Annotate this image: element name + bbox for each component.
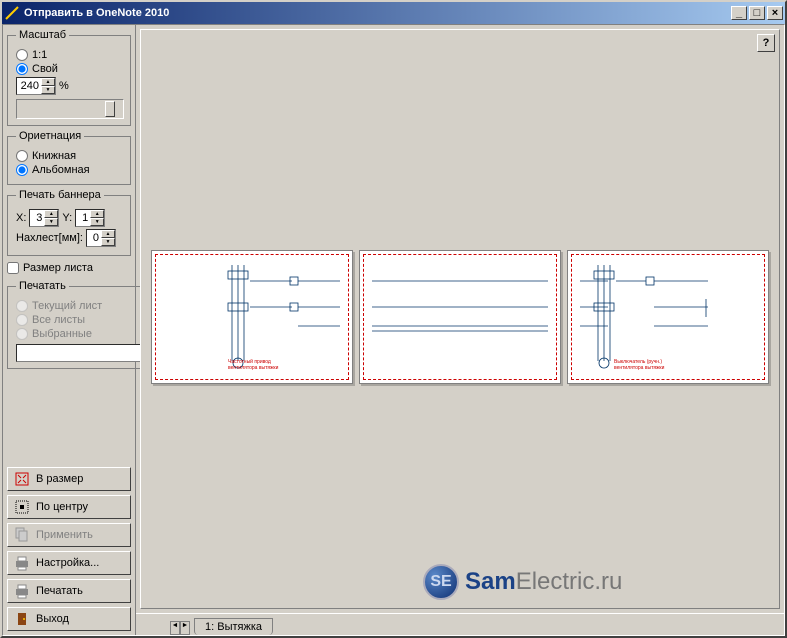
print-all-radio <box>16 314 28 326</box>
orient-landscape-row[interactable]: Альбомная <box>16 164 124 176</box>
scale-1-1-radio[interactable] <box>16 49 28 61</box>
right-area: ? Частотны <box>135 25 784 635</box>
close-button[interactable]: × <box>767 6 783 20</box>
slider-thumb[interactable] <box>105 101 115 117</box>
page-previews: Частотный приводвентилятора вытяжки <box>151 250 769 384</box>
watermark: SE SamElectric.ru <box>423 564 622 600</box>
banner-group: Печать баннера X: ▲▼ Y: ▲▼ Нахлест[мм]: <box>7 189 131 256</box>
titlebar[interactable]: Отправить в OneNote 2010 _ □ × <box>2 2 785 24</box>
minimize-button[interactable]: _ <box>731 6 747 20</box>
scale-percent: % <box>59 80 69 92</box>
down-icon[interactable]: ▼ <box>90 218 104 226</box>
orient-portrait-row[interactable]: Книжная <box>16 150 124 162</box>
banner-overlap-label: Нахлест[мм]: <box>16 232 83 244</box>
banner-x-label: X: <box>16 212 26 224</box>
scale-custom-radio[interactable] <box>16 63 28 75</box>
banner-overlap-spinner[interactable]: ▲▼ <box>86 229 116 247</box>
watermark-badge: SE <box>423 564 459 600</box>
page-preview-3[interactable]: Выключатель (ручн.)вентилятора вытяжки <box>567 250 769 384</box>
app-window: Отправить в OneNote 2010 _ □ × Масштаб 1… <box>0 0 787 638</box>
client-area: Масштаб 1:1 Свой ▲ ▼ <box>2 24 785 636</box>
scale-down-icon[interactable]: ▼ <box>41 86 55 94</box>
down-icon[interactable]: ▼ <box>101 238 115 246</box>
maximize-button[interactable]: □ <box>749 6 765 20</box>
scale-custom-label: Свой <box>32 63 58 75</box>
sheet-tab[interactable]: 1: Вытяжка <box>194 618 273 635</box>
orient-landscape-radio[interactable] <box>16 164 28 176</box>
schematic-3 <box>578 261 758 371</box>
up-icon[interactable]: ▲ <box>101 230 115 238</box>
banner-y-label: Y: <box>62 212 72 224</box>
scale-legend: Масштаб <box>16 29 69 41</box>
schematic-1 <box>162 261 342 371</box>
banner-legend: Печать баннера <box>16 189 104 201</box>
page-preview-1[interactable]: Частотный приводвентилятора вытяжки <box>151 250 353 384</box>
help-button[interactable]: ? <box>757 34 775 52</box>
scale-input[interactable] <box>17 78 41 94</box>
banner-x-input[interactable] <box>30 210 44 226</box>
fit-label: В размер <box>36 473 83 485</box>
apply-label: Применить <box>36 529 93 541</box>
center-icon <box>14 499 30 515</box>
tab-next-icon[interactable]: ► <box>180 621 190 635</box>
center-button[interactable]: По центру <box>7 495 131 519</box>
watermark-text-2: Electric.ru <box>516 568 623 595</box>
exit-label: Выход <box>36 613 69 625</box>
exit-button[interactable]: Выход <box>7 607 131 631</box>
banner-y-spinner[interactable]: ▲▼ <box>75 209 105 227</box>
down-icon[interactable]: ▼ <box>44 218 58 226</box>
print-selected-label: Выбранные <box>32 328 92 340</box>
up-icon[interactable]: ▲ <box>44 210 58 218</box>
print-current-radio <box>16 300 28 312</box>
setup-button[interactable]: Настройка... <box>7 551 131 575</box>
orient-portrait-radio[interactable] <box>16 150 28 162</box>
schematic-2 <box>370 261 550 371</box>
setup-label: Настройка... <box>36 557 99 569</box>
watermark-text-1: Sam <box>465 568 516 595</box>
banner-y-input[interactable] <box>76 210 90 226</box>
fit-icon <box>14 471 30 487</box>
printer-icon <box>14 583 30 599</box>
sidebar: Масштаб 1:1 Свой ▲ ▼ <box>3 25 135 635</box>
preview-area[interactable]: ? Частотны <box>140 29 780 609</box>
window-title: Отправить в OneNote 2010 <box>24 7 729 19</box>
center-label: По центру <box>36 501 88 513</box>
fit-button[interactable]: В размер <box>7 467 131 491</box>
print-all-label: Все листы <box>32 314 85 326</box>
print-legend: Печатать <box>16 280 69 292</box>
exit-icon <box>14 611 30 627</box>
printer-setup-icon <box>14 555 30 571</box>
orientation-legend: Ориетнация <box>16 130 84 142</box>
banner-overlap-input[interactable] <box>87 230 101 246</box>
print-selected-radio <box>16 328 28 340</box>
page-1-caption: Частотный приводвентилятора вытяжки <box>228 359 278 371</box>
orient-landscape-label: Альбомная <box>32 164 90 176</box>
scale-spinner[interactable]: ▲ ▼ <box>16 77 56 95</box>
scale-1-1-row[interactable]: 1:1 <box>16 49 124 61</box>
apply-icon <box>14 527 30 543</box>
print-label: Печатать <box>36 585 83 597</box>
tabstrip: ◄ ► 1: Вытяжка <box>136 613 784 635</box>
scale-custom-row[interactable]: Свой <box>16 63 124 75</box>
orientation-group: Ориетнация Книжная Альбомная <box>7 130 131 185</box>
sheet-size-checkbox[interactable] <box>7 262 19 274</box>
banner-x-spinner[interactable]: ▲▼ <box>29 209 59 227</box>
scale-group: Масштаб 1:1 Свой ▲ ▼ <box>7 29 131 126</box>
apply-button: Применить <box>7 523 131 547</box>
up-icon[interactable]: ▲ <box>90 210 104 218</box>
scale-1-1-label: 1:1 <box>32 49 47 61</box>
scale-slider[interactable] <box>16 99 124 119</box>
sheet-size-row[interactable]: Размер листа <box>7 262 131 274</box>
page-3-caption: Выключатель (ручн.)вентилятора вытяжки <box>614 359 664 371</box>
orient-portrait-label: Книжная <box>32 150 76 162</box>
print-current-label: Текущий лист <box>32 300 102 312</box>
sheet-size-label: Размер листа <box>23 262 93 274</box>
tab-prev-icon[interactable]: ◄ <box>170 621 180 635</box>
print-button[interactable]: Печатать <box>7 579 131 603</box>
page-preview-2[interactable] <box>359 250 561 384</box>
scale-up-icon[interactable]: ▲ <box>41 78 55 86</box>
app-icon <box>4 5 20 21</box>
